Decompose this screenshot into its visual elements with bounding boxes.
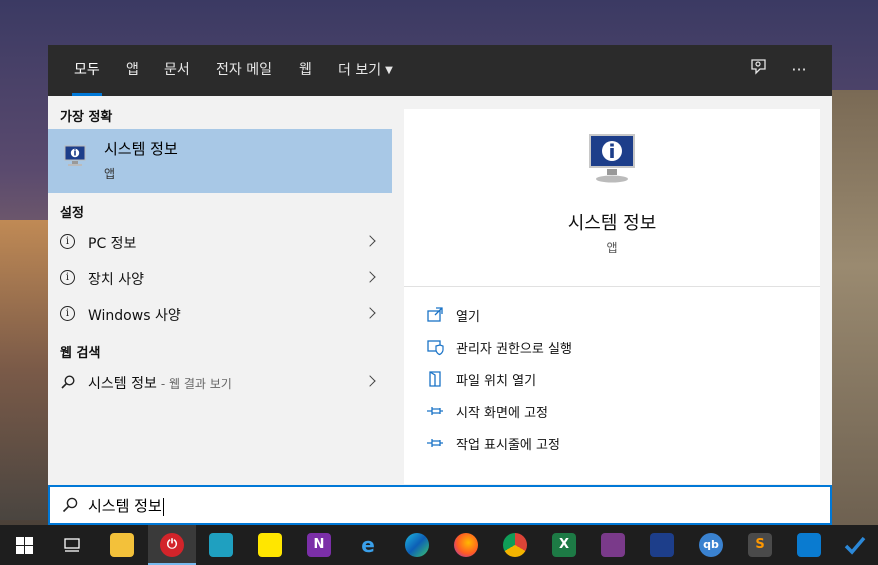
taskbar-excel[interactable]: X <box>540 525 588 565</box>
power-app-icon: ⏻ <box>160 533 184 557</box>
file-explorer-icon <box>110 533 134 557</box>
todo-icon <box>844 536 866 555</box>
firefox-icon <box>454 533 478 557</box>
onenote-icon: N <box>307 533 331 557</box>
chrome-icon <box>503 533 527 557</box>
chevron-down-icon: ▼ <box>385 65 393 76</box>
settings-item-pc-info[interactable]: i PC 정보 <box>48 225 392 261</box>
action-label: 시작 화면에 고정 <box>456 406 548 421</box>
settings-item-label: PC 정보 <box>88 236 137 252</box>
best-match-type: 앱 <box>104 167 116 181</box>
taskbar-buildings-app[interactable] <box>197 525 245 565</box>
search-input[interactable]: 시스템 정보 <box>48 485 832 525</box>
settings-item-device-specs[interactable]: i 장치 사양 <box>48 261 392 297</box>
best-match-item[interactable]: 시스템 정보 앱 <box>48 129 392 193</box>
chevron-right-icon <box>364 271 376 283</box>
more-options-icon[interactable]: ··· <box>786 57 812 83</box>
chevron-right-icon <box>364 307 376 319</box>
section-best-match: 가장 정확 <box>60 110 113 125</box>
tab-documents[interactable]: 문서 <box>164 45 190 96</box>
info-icon: i <box>60 270 75 285</box>
sticky-notes-icon <box>258 533 282 557</box>
system-info-large-icon <box>589 134 635 183</box>
start-button[interactable] <box>0 525 48 565</box>
taskbar-sublime-text[interactable]: S <box>736 525 784 565</box>
tab-web[interactable]: 웹 <box>299 45 312 96</box>
web-search-label: 시스템 정보 - 웹 결과 보기 <box>88 373 232 393</box>
qbittorrent-icon: qb <box>699 533 723 557</box>
start-icon <box>16 537 33 554</box>
taskbar-system-info-app[interactable] <box>638 525 686 565</box>
speedometer-app-icon <box>601 533 625 557</box>
taskbar-edge[interactable] <box>393 525 441 565</box>
taskbar-internet-explorer[interactable]: e <box>344 525 392 565</box>
search-query-text: 시스템 정보 <box>88 497 162 515</box>
taskbar-speedometer-app[interactable] <box>589 525 637 565</box>
task-view-icon <box>64 538 80 552</box>
detail-divider <box>404 286 820 287</box>
tab-more[interactable]: 더 보기 ▼ <box>338 45 393 96</box>
open-icon <box>427 307 443 322</box>
excel-icon: X <box>552 533 576 557</box>
search-icon <box>61 375 75 389</box>
action-label: 열기 <box>456 310 480 325</box>
buildings-app-icon <box>209 533 233 557</box>
taskbar-sticky-notes[interactable] <box>246 525 294 565</box>
admin-shield-icon <box>427 340 444 356</box>
action-label: 관리자 권한으로 실행 <box>456 342 572 357</box>
taskbar: ⏻ N e X qb S <box>0 525 878 565</box>
system-info-app-icon <box>650 533 674 557</box>
best-match-name: 시스템 정보 <box>104 140 178 158</box>
feedback-icon[interactable] <box>746 57 772 83</box>
search-icon <box>62 497 78 513</box>
file-location-icon <box>429 371 441 387</box>
tab-email[interactable]: 전자 메일 <box>216 45 272 96</box>
settings-item-windows-specs[interactable]: i Windows 사양 <box>48 297 392 333</box>
search-window: 모두 앱 문서 전자 메일 웹 더 보기 ▼ ··· 가장 정확 시스템 정보 … <box>48 45 832 525</box>
sublime-text-icon: S <box>748 533 772 557</box>
task-view-button[interactable] <box>48 525 96 565</box>
detail-title: 시스템 정보 <box>567 213 657 234</box>
action-label: 파일 위치 열기 <box>456 374 537 389</box>
search-input-value: 시스템 정보 <box>88 495 164 516</box>
edge-icon <box>405 533 429 557</box>
vscode-icon <box>797 533 821 557</box>
chevron-right-icon <box>364 375 376 387</box>
info-icon: i <box>60 234 75 249</box>
web-search-query: 시스템 정보 <box>88 376 157 392</box>
text-cursor <box>162 497 164 516</box>
taskbar-onenote[interactable]: N <box>295 525 343 565</box>
settings-item-label: Windows 사양 <box>88 308 181 324</box>
taskbar-vscode[interactable] <box>785 525 833 565</box>
info-icon: i <box>60 306 75 321</box>
pin-icon <box>427 407 443 415</box>
search-filter-bar: 모두 앱 문서 전자 메일 웹 더 보기 ▼ ··· <box>48 45 832 96</box>
desktop-wallpaper-right <box>828 90 878 530</box>
section-web-search: 웹 검색 <box>60 346 101 361</box>
pin-icon <box>427 439 443 447</box>
settings-item-label: 장치 사양 <box>88 272 144 288</box>
results-list: 가장 정확 시스템 정보 앱 설정 i PC 정보 i 장치 사양 i Wind… <box>48 96 392 484</box>
chevron-right-icon <box>364 235 376 247</box>
action-label: 작업 표시줄에 고정 <box>456 438 560 453</box>
taskbar-qbittorrent[interactable]: qb <box>687 525 735 565</box>
taskbar-power-app[interactable]: ⏻ <box>148 525 196 565</box>
detail-pane: 시스템 정보 앱 열기 관리자 권한으로 실행 파일 위치 열기 시작 화면에 … <box>404 109 820 484</box>
taskbar-chrome[interactable] <box>491 525 539 565</box>
detail-subtitle: 앱 <box>606 241 618 255</box>
taskbar-firefox[interactable] <box>442 525 490 565</box>
web-search-hint: - 웹 결과 보기 <box>160 377 232 391</box>
web-search-item[interactable]: 시스템 정보 - 웹 결과 보기 <box>48 365 392 401</box>
internet-explorer-icon: e <box>361 533 375 557</box>
tab-more-label: 더 보기 <box>338 62 382 79</box>
section-settings: 설정 <box>60 206 84 221</box>
tab-all[interactable]: 모두 <box>72 45 102 96</box>
taskbar-todo[interactable] <box>834 525 878 565</box>
taskbar-file-explorer[interactable] <box>98 525 146 565</box>
tab-apps[interactable]: 앱 <box>126 45 139 96</box>
desktop-wallpaper-left <box>0 220 48 520</box>
system-info-icon <box>64 145 86 166</box>
